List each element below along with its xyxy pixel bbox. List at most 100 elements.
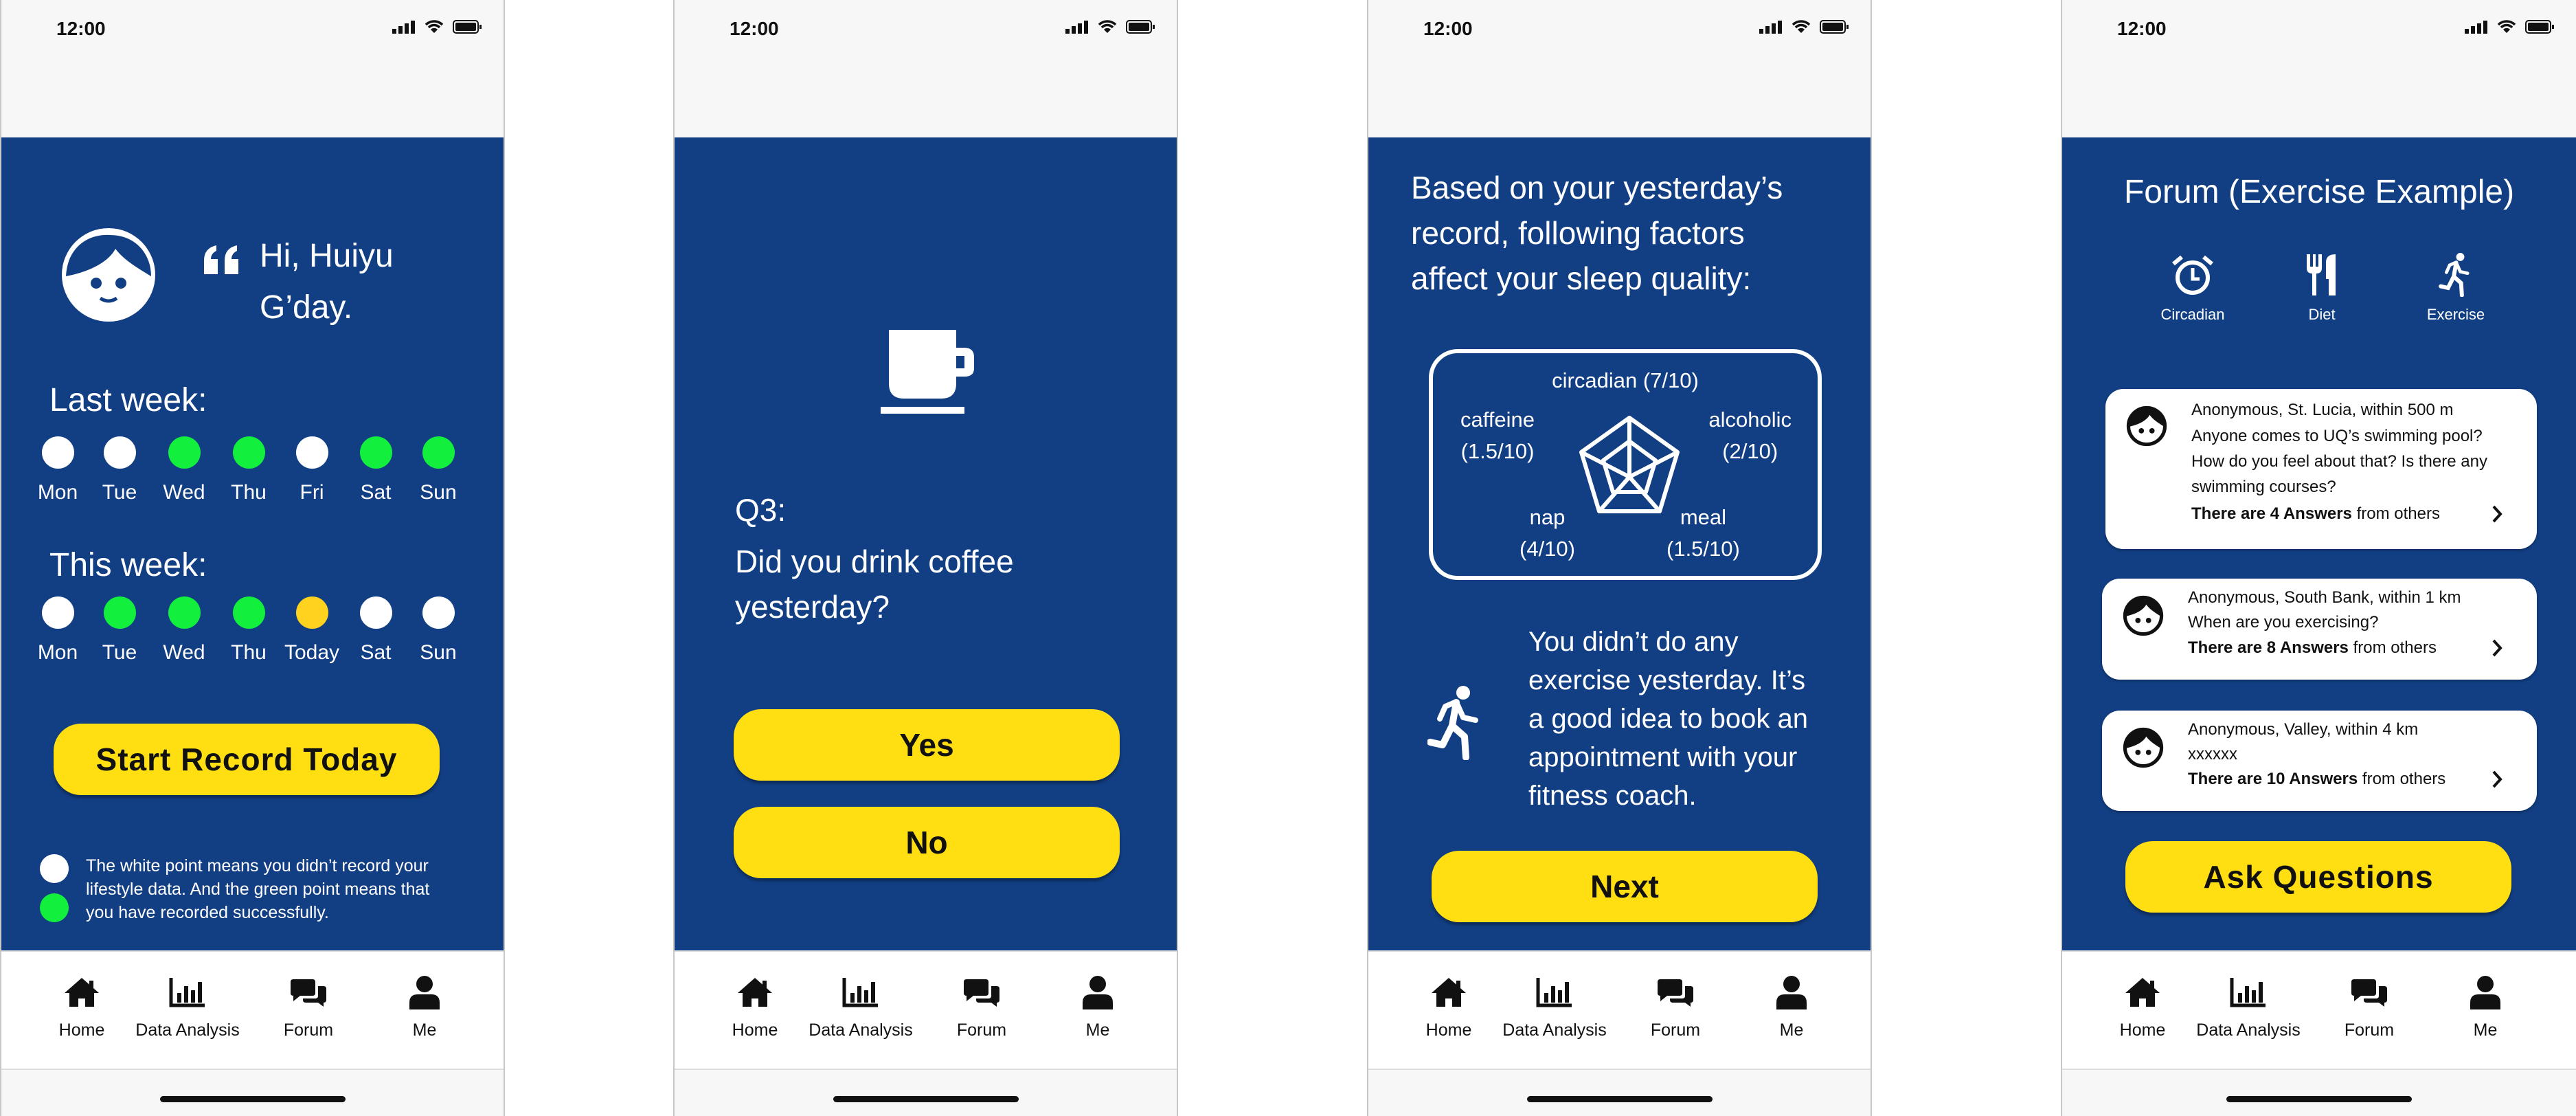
- home-indicator: [1526, 1096, 1713, 1102]
- next-button[interactable]: Next: [1432, 851, 1818, 922]
- battery-icon: [453, 20, 482, 34]
- home-indicator: [159, 1096, 346, 1102]
- post-line-1: xxxxxx: [2188, 745, 2237, 763]
- home-icon: [23, 972, 140, 1012]
- bar-chart-icon: [1496, 972, 1613, 1012]
- no-button[interactable]: No: [734, 807, 1120, 878]
- tab-label: Data Analysis: [2196, 1020, 2301, 1040]
- tab-label: Data Analysis: [1502, 1020, 1607, 1040]
- greeting-name: Hi, Huiyu: [260, 238, 394, 274]
- tab-forum[interactable]: Forum: [2311, 972, 2428, 1040]
- post-answers-rest: from others: [2351, 504, 2440, 523]
- legend-green-dot: [40, 893, 69, 922]
- tab-forum[interactable]: Forum: [250, 972, 367, 1040]
- post-author: Anonymous, Valley, within 4 km: [2188, 720, 2419, 739]
- tab-forum[interactable]: Forum: [923, 972, 1040, 1040]
- advice-line-5: fitness coach.: [1528, 781, 1697, 811]
- tab-forum[interactable]: Forum: [1617, 972, 1734, 1040]
- category-circadian[interactable]: Circadian: [2145, 253, 2241, 324]
- home-icon: [2084, 972, 2201, 1012]
- advice-line-1: You didn’t do any: [1528, 627, 1739, 657]
- chevron-right-icon[interactable]: [2492, 638, 2502, 658]
- category-label-exercise: Exercise: [2426, 306, 2485, 323]
- day-label: Sun: [420, 641, 457, 664]
- tab-label: Me: [2473, 1020, 2498, 1040]
- wifi-icon: [1098, 20, 1117, 33]
- status-icons: [2465, 19, 2555, 34]
- status-icons: [1759, 19, 1850, 34]
- day-label: Sun: [420, 481, 457, 504]
- day-status-dot: [233, 596, 265, 629]
- advice-line-2: exercise yesterday. It’s: [1528, 665, 1806, 695]
- advice-line-3: a good idea to book an: [1528, 704, 1809, 734]
- forum-post-card[interactable]: Anonymous, St. Lucia, within 500 m Anyon…: [2105, 389, 2537, 549]
- factor-nap: nap (4/10): [1519, 502, 1575, 565]
- tab-data-analysis[interactable]: Data Analysis: [129, 972, 246, 1040]
- tab-label: Forum: [956, 1020, 1007, 1040]
- day-status-dot: [360, 596, 392, 629]
- phone-analysis-screen: 12:00 Based on your yesterday’s record, …: [1367, 0, 1872, 1116]
- post-answers-count: There are 4 Answers: [2191, 504, 2352, 523]
- avatar-icon: [2123, 727, 2164, 768]
- tab-home[interactable]: Home: [697, 972, 813, 1040]
- factor-alcoholic-score: (2/10): [1722, 439, 1778, 463]
- yes-button[interactable]: Yes: [734, 709, 1120, 781]
- post-line-1: When are you exercising?: [2188, 613, 2379, 632]
- post-answers-count: There are 8 Answers: [2188, 638, 2349, 657]
- forum-post-card[interactable]: Anonymous, South Bank, within 1 km When …: [2102, 579, 2537, 680]
- tab-data-analysis[interactable]: Data Analysis: [1496, 972, 1613, 1040]
- signal-icon: [2465, 21, 2487, 34]
- status-time: 12:00: [56, 18, 106, 39]
- forum-icon: [250, 972, 367, 1012]
- tab-data-analysis[interactable]: Data Analysis: [802, 972, 919, 1040]
- forum-icon: [1617, 972, 1734, 1012]
- tab-me[interactable]: Me: [366, 972, 483, 1040]
- bottom-tab-bar: Home Data Analysis Forum Me: [1368, 950, 1871, 1070]
- chevron-right-icon[interactable]: [2492, 504, 2502, 524]
- post-answers-rest: from others: [2358, 770, 2446, 788]
- running-icon: [2439, 253, 2470, 298]
- home-icon: [1390, 972, 1507, 1012]
- tab-data-analysis[interactable]: Data Analysis: [2190, 972, 2307, 1040]
- tab-label: Me: [1779, 1020, 1804, 1040]
- legend-text: The white point means you didn’t record …: [86, 854, 429, 924]
- post-line-1: Anyone comes to UQ’s swimming pool?: [2191, 427, 2483, 445]
- factor-meal-score: (1.5/10): [1667, 537, 1740, 561]
- advice-line-4: appointment with your: [1528, 742, 1798, 772]
- factor-caffeine-name: caffeine: [1460, 408, 1535, 432]
- tab-label: Forum: [1650, 1020, 1701, 1040]
- tab-home[interactable]: Home: [1390, 972, 1507, 1040]
- post-line-3: swimming courses?: [2191, 478, 2336, 496]
- tab-home[interactable]: Home: [23, 972, 140, 1040]
- tab-me[interactable]: Me: [1733, 972, 1850, 1040]
- signal-icon: [392, 21, 415, 34]
- quote-icon: [204, 245, 238, 274]
- day-status-dot: [296, 436, 328, 469]
- day-status-dot: [42, 596, 74, 629]
- wifi-icon: [425, 20, 444, 33]
- tab-me[interactable]: Me: [2427, 972, 2544, 1040]
- post-author: Anonymous, St. Lucia, within 500 m: [2191, 401, 2454, 419]
- day-status-dot: [104, 436, 136, 469]
- status-time: 12:00: [2117, 18, 2167, 39]
- tab-label: Home: [1425, 1020, 1472, 1040]
- question-number: Q3:: [735, 492, 787, 528]
- forum-post-card[interactable]: Anonymous, Valley, within 4 km xxxxxx Th…: [2102, 711, 2537, 811]
- tab-label: Forum: [2344, 1020, 2395, 1040]
- bottom-tab-bar: Home Data Analysis Forum Me: [1, 950, 504, 1070]
- chevron-right-icon[interactable]: [2492, 770, 2502, 789]
- legend-white-dot: [40, 854, 69, 883]
- tab-home[interactable]: Home: [2084, 972, 2201, 1040]
- day-status-dot: [233, 436, 265, 469]
- alarm-clock-icon: [2172, 255, 2213, 295]
- tab-me[interactable]: Me: [1039, 972, 1156, 1040]
- category-exercise[interactable]: Exercise: [2408, 253, 2504, 324]
- wifi-icon: [1792, 20, 1811, 33]
- start-record-button[interactable]: Start Record Today: [54, 724, 440, 795]
- status-icons: [1065, 19, 1156, 34]
- category-diet[interactable]: Diet: [2274, 253, 2370, 324]
- ask-questions-button[interactable]: Ask Questions: [2125, 841, 2511, 913]
- forum-title: Forum (Exercise Example): [2123, 174, 2515, 210]
- post-answers: There are 10 Answers from others: [2188, 770, 2445, 789]
- day-status-dot: [360, 436, 392, 469]
